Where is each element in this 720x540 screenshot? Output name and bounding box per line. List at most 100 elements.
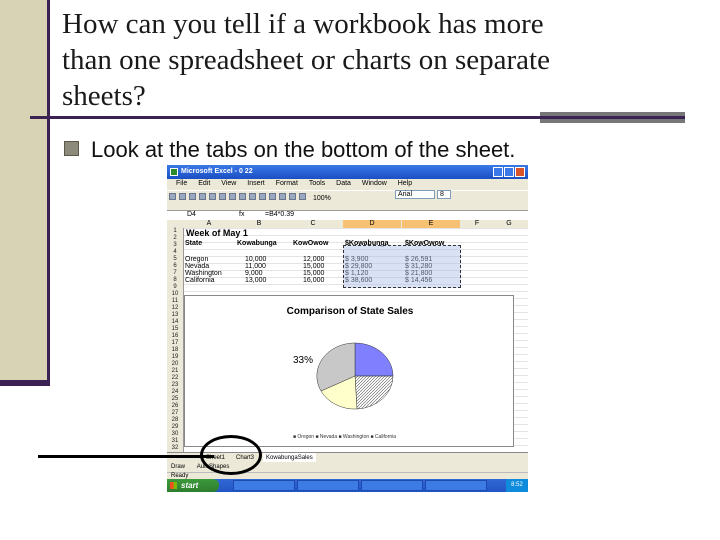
row-header[interactable]: 17: [167, 340, 183, 347]
row-header[interactable]: 4: [167, 249, 183, 256]
row-header[interactable]: 19: [167, 354, 183, 361]
row-header[interactable]: 12: [167, 305, 183, 312]
row-header[interactable]: 3: [167, 242, 183, 249]
minimize-icon[interactable]: [493, 167, 503, 177]
selected-range: [343, 245, 461, 288]
header-kowabunga[interactable]: Kowabunga: [237, 240, 277, 247]
draw-menu[interactable]: Draw: [171, 464, 185, 470]
table-cell[interactable]: Oregon: [185, 256, 208, 263]
fx-icon[interactable]: fx: [239, 211, 244, 219]
row-header[interactable]: 26: [167, 403, 183, 410]
row-header[interactable]: 13: [167, 312, 183, 319]
row-header[interactable]: 15: [167, 326, 183, 333]
spelling-icon[interactable]: [219, 193, 226, 200]
print-icon[interactable]: [199, 193, 206, 200]
title-line-1: How can you tell if a workbook has more: [62, 8, 544, 40]
table-cell[interactable]: 12,000: [303, 256, 324, 263]
row-header[interactable]: 21: [167, 368, 183, 375]
row-header[interactable]: 28: [167, 417, 183, 424]
row-header[interactable]: 7: [167, 270, 183, 277]
table-cell[interactable]: 13,000: [245, 277, 266, 284]
table-cell[interactable]: 11,000: [245, 263, 266, 270]
row-header[interactable]: 30: [167, 431, 183, 438]
col-header-b[interactable]: B: [234, 220, 284, 228]
row-header[interactable]: 18: [167, 347, 183, 354]
table-cell[interactable]: 15,000: [303, 263, 324, 270]
preview-icon[interactable]: [209, 193, 216, 200]
row-header[interactable]: 1: [167, 228, 183, 235]
taskbar-item[interactable]: [233, 480, 295, 491]
formula-input[interactable]: =B4*0.39: [265, 211, 294, 219]
row-header[interactable]: 27: [167, 410, 183, 417]
table-cell[interactable]: 10,000: [245, 256, 266, 263]
header-kowowow[interactable]: KowOwow: [293, 240, 328, 247]
row-header[interactable]: 23: [167, 382, 183, 389]
row-header[interactable]: 11: [167, 298, 183, 305]
row-header[interactable]: 16: [167, 333, 183, 340]
autosum-icon[interactable]: [279, 193, 286, 200]
redo-icon[interactable]: [269, 193, 276, 200]
row-header[interactable]: 14: [167, 319, 183, 326]
row-header[interactable]: 6: [167, 263, 183, 270]
embedded-chart[interactable]: Comparison of State Sales 33% ■ Oregon ■…: [184, 295, 514, 447]
table-cell[interactable]: 15,000: [303, 270, 324, 277]
open-icon[interactable]: [179, 193, 186, 200]
menu-bar: File Edit View Insert Format Tools Data …: [167, 179, 528, 189]
menu-insert[interactable]: Insert: [247, 180, 265, 187]
menu-file[interactable]: File: [176, 180, 187, 187]
table-cell[interactable]: California: [185, 277, 215, 284]
table-cell[interactable]: Nevada: [185, 263, 209, 270]
start-button[interactable]: start: [167, 479, 219, 492]
sheet-title-cell[interactable]: Week of May 1: [186, 228, 248, 238]
taskbar-item[interactable]: [425, 480, 487, 491]
row-header[interactable]: 24: [167, 389, 183, 396]
row-header[interactable]: 25: [167, 396, 183, 403]
col-header-g[interactable]: G: [494, 220, 524, 228]
menu-edit[interactable]: Edit: [198, 180, 210, 187]
sort-icon[interactable]: [289, 193, 296, 200]
col-header-c[interactable]: C: [284, 220, 342, 228]
col-header-f[interactable]: F: [461, 220, 493, 228]
close-icon[interactable]: [515, 167, 525, 177]
table-cell[interactable]: Washington: [185, 270, 222, 277]
col-header-d[interactable]: D: [343, 220, 401, 228]
menu-format[interactable]: Format: [276, 180, 298, 187]
row-header[interactable]: 32: [167, 445, 183, 452]
row-header[interactable]: 2: [167, 235, 183, 242]
table-cell[interactable]: 16,000: [303, 277, 324, 284]
menu-tools[interactable]: Tools: [309, 180, 325, 187]
row-header[interactable]: 10: [167, 291, 183, 298]
copy-icon[interactable]: [239, 193, 246, 200]
taskbar: start 8:52: [167, 479, 528, 492]
menu-data[interactable]: Data: [336, 180, 351, 187]
font-name-box[interactable]: Arial: [395, 190, 435, 199]
taskbar-item[interactable]: [361, 480, 423, 491]
font-size-box[interactable]: 8: [437, 190, 451, 199]
menu-view[interactable]: View: [221, 180, 236, 187]
maximize-icon[interactable]: [504, 167, 514, 177]
row-header[interactable]: 20: [167, 361, 183, 368]
col-header-e[interactable]: E: [402, 220, 460, 228]
chart-legend: ■ Oregon ■ Nevada ■ Washington ■ Califor…: [293, 434, 397, 440]
menu-help[interactable]: Help: [398, 180, 412, 187]
new-icon[interactable]: [169, 193, 176, 200]
col-header-a[interactable]: A: [184, 220, 234, 228]
row-header[interactable]: 22: [167, 375, 183, 382]
row-header[interactable]: 31: [167, 438, 183, 445]
header-state[interactable]: State: [185, 240, 202, 247]
paste-icon[interactable]: [249, 193, 256, 200]
row-header[interactable]: 9: [167, 284, 183, 291]
table-cell[interactable]: 9,000: [245, 270, 263, 277]
taskbar-item[interactable]: [297, 480, 359, 491]
zoom-value[interactable]: 100%: [313, 195, 331, 202]
row-header[interactable]: 29: [167, 424, 183, 431]
save-icon[interactable]: [189, 193, 196, 200]
cut-icon[interactable]: [229, 193, 236, 200]
undo-icon[interactable]: [259, 193, 266, 200]
name-box[interactable]: D4: [187, 211, 215, 219]
row-header[interactable]: 8: [167, 277, 183, 284]
menu-window[interactable]: Window: [362, 180, 387, 187]
bullet-point: Look at the tabs on the bottom of the sh…: [64, 136, 704, 164]
row-header[interactable]: 5: [167, 256, 183, 263]
chart-wizard-icon[interactable]: [299, 193, 306, 200]
